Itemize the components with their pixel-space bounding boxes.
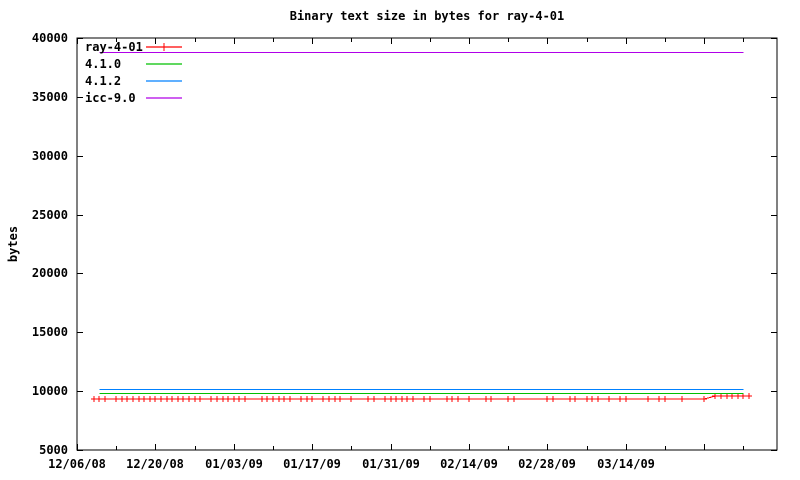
y-tick-label: 10000 — [32, 384, 68, 398]
legend-label-4-1-0: 4.1.0 — [85, 56, 122, 71]
x-tick-label: 02/14/09 — [440, 457, 498, 471]
x-tick-label: 01/03/09 — [205, 457, 263, 471]
legend-sample-line — [146, 62, 182, 65]
legend-sample-ray-4-01 — [145, 42, 183, 52]
legend-sample-line — [146, 96, 182, 99]
legend-sample-line — [146, 42, 182, 51]
legend-label-4-1-2: 4.1.2 — [85, 73, 122, 88]
legend-sample-line — [146, 79, 182, 82]
y-tick-label: 30000 — [32, 149, 68, 163]
x-tick-label: 01/31/09 — [362, 457, 420, 471]
legend-item-4-1-2: 4.1.2 — [85, 72, 183, 89]
y-tick-label: 20000 — [32, 266, 68, 280]
y-tick-label: 35000 — [32, 90, 68, 104]
legend-item-ray-4-01: ray-4-01 — [85, 38, 183, 55]
x-tick-label: 02/28/09 — [518, 457, 576, 471]
y-tick-label: 40000 — [32, 31, 68, 45]
legend-sample-4-1-0 — [145, 59, 183, 69]
legend-sample-icc-9-0 — [145, 93, 183, 103]
legend: ray-4-01 4.1.0 4.1.2 icc-9.0 — [85, 38, 183, 106]
legend-label-icc-9-0: icc-9.0 — [85, 90, 136, 105]
series-markers-ray-4-01 — [91, 393, 752, 402]
x-tick-label: 01/17/09 — [283, 457, 341, 471]
legend-sample-4-1-2 — [145, 76, 183, 86]
chart: Binary text size in bytes for ray-4-01 b… — [0, 0, 800, 480]
y-tick-label: 15000 — [32, 325, 68, 339]
y-tick-label: 25000 — [32, 208, 68, 222]
legend-item-icc-9-0: icc-9.0 — [85, 89, 183, 106]
legend-label-ray-4-01: ray-4-01 — [85, 39, 143, 54]
y-tick-label: 5000 — [39, 443, 68, 457]
x-tick-label: 12/20/08 — [126, 457, 184, 471]
x-tick-label: 03/14/09 — [597, 457, 655, 471]
legend-item-4-1-0: 4.1.0 — [85, 55, 183, 72]
x-tick-label: 12/06/08 — [48, 457, 106, 471]
